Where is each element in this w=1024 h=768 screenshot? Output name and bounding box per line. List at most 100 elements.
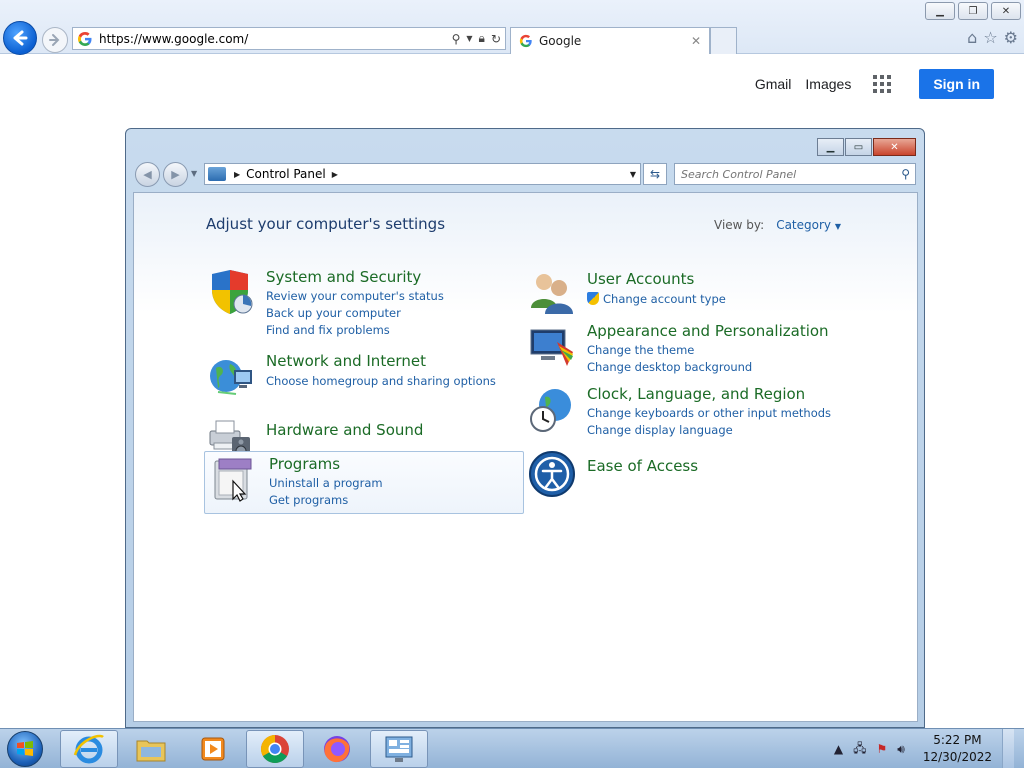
lock-icon[interactable]: 🔒︎ <box>479 31 485 46</box>
taskbar-firefox[interactable] <box>308 730 366 768</box>
link-change-theme[interactable]: Change the theme <box>587 342 829 359</box>
tab-title: Google <box>539 34 582 48</box>
page-title: Adjust your computer's settings <box>206 215 446 233</box>
category-appearance-and-personalization: Appearance and Personalization Change th… <box>527 322 829 376</box>
settings-gear-icon[interactable]: ⚙ <box>1004 28 1018 47</box>
system-clock[interactable]: 5:22 PM 12/30/2022 <box>923 732 992 766</box>
clock-time: 5:22 PM <box>933 733 982 747</box>
category-title[interactable]: System and Security <box>266 268 444 286</box>
back-arrow-icon <box>13 30 28 46</box>
apps-grid-icon[interactable] <box>873 75 892 93</box>
search-icon[interactable]: ⚲ <box>452 32 461 46</box>
category-network-and-internet: Network and Internet Choose homegroup an… <box>206 352 496 402</box>
cp-address-bar[interactable]: ▶ Control Panel ▶ ▼ <box>204 163 641 185</box>
cp-refresh-button[interactable]: ⇆ <box>643 163 667 185</box>
search-icon[interactable]: ⚲ <box>901 167 910 181</box>
breadcrumb-arrow-icon[interactable]: ▶ <box>332 170 338 179</box>
system-tray: ▲ 🖧︎ ⚑ 🔊︎ 5:22 PM 12/30/2022 <box>834 729 1024 768</box>
taskbar-chrome[interactable] <box>246 730 304 768</box>
cp-search-input[interactable] <box>681 167 902 181</box>
programs-icon <box>214 458 252 502</box>
start-button[interactable] <box>2 730 48 768</box>
google-header-links: Gmail Images Sign in <box>755 69 994 99</box>
taskbar-internet-explorer[interactable] <box>60 730 118 768</box>
close-button[interactable]: ✕ <box>991 2 1021 20</box>
images-link[interactable]: Images <box>805 76 851 92</box>
control-panel-window: ▁ ▭ ✕ ◀ ▶ ▼ ▶ Control Panel ▶ ▼ ⇆ ⚲ Adju… <box>125 128 925 728</box>
cp-window-controls: ▁ ▭ ✕ <box>817 138 916 156</box>
category-title[interactable]: Hardware and Sound <box>266 421 423 439</box>
forward-button[interactable] <box>42 27 68 53</box>
category-ease-of-access: Ease of Access <box>527 449 698 499</box>
dropdown-icon[interactable]: ▼ <box>466 34 472 43</box>
link-homegroup-sharing[interactable]: Choose homegroup and sharing options <box>266 373 496 390</box>
url-text: https://www.google.com/ <box>99 31 249 46</box>
address-dropdown-icon[interactable]: ▼ <box>630 170 636 179</box>
category-title[interactable]: Programs <box>269 455 383 473</box>
restore-button[interactable]: ❐ <box>958 2 988 20</box>
cp-content-area: Adjust your computer's settings View by:… <box>133 192 918 722</box>
address-bar[interactable]: https://www.google.com/ ⚲ ▼ 🔒︎ ↻ <box>72 27 506 50</box>
gmail-link[interactable]: Gmail <box>755 76 792 92</box>
folder-icon <box>136 740 166 762</box>
action-center-flag-icon[interactable]: ⚑ <box>877 742 888 756</box>
back-arrow-icon: ◀ <box>143 168 152 181</box>
sign-in-button[interactable]: Sign in <box>919 69 994 99</box>
cp-forward-button[interactable]: ▶ <box>163 162 188 187</box>
link-change-desktop-background[interactable]: Change desktop background <box>587 359 829 376</box>
link-change-account-type[interactable]: Change account type <box>587 291 726 308</box>
home-icon[interactable]: ⌂ <box>967 28 977 47</box>
favorites-star-icon[interactable]: ☆ <box>983 28 997 47</box>
show-hidden-icons-icon[interactable]: ▲ <box>834 742 843 756</box>
breadcrumb-arrow-icon[interactable]: ▶ <box>234 170 240 179</box>
taskbar-media-player[interactable] <box>184 730 242 768</box>
appearance-monitor-icon[interactable] <box>527 322 577 372</box>
cp-minimize-button[interactable]: ▁ <box>817 138 844 156</box>
cp-close-button[interactable]: ✕ <box>873 138 916 156</box>
link-review-status[interactable]: Review your computer's status <box>266 288 444 305</box>
category-title[interactable]: Network and Internet <box>266 352 496 370</box>
ease-of-access-icon[interactable] <box>527 449 577 499</box>
category-title[interactable]: Clock, Language, and Region <box>587 385 831 403</box>
google-favicon-icon <box>519 34 532 48</box>
shield-icon[interactable] <box>206 268 256 318</box>
show-desktop-button[interactable] <box>1002 729 1014 768</box>
network-globe-icon[interactable] <box>206 352 256 402</box>
category-programs[interactable]: Programs Uninstall a program Get program… <box>204 451 524 514</box>
chrome-icon <box>261 735 289 763</box>
breadcrumb-control-panel[interactable]: Control Panel <box>246 167 326 181</box>
browser-window-controls: ▁ ❐ ✕ <box>925 2 1021 20</box>
cp-search-box[interactable]: ⚲ <box>674 163 916 185</box>
link-uninstall-program[interactable]: Uninstall a program <box>269 475 383 492</box>
category-title[interactable]: User Accounts <box>587 270 726 288</box>
link-change-display-language[interactable]: Change display language <box>587 422 831 439</box>
link-get-programs[interactable]: Get programs <box>269 492 383 509</box>
uac-shield-icon <box>587 292 599 305</box>
user-accounts-icon[interactable] <box>527 268 577 318</box>
view-by: View by: Category ▼ <box>714 218 841 232</box>
back-button[interactable] <box>3 21 37 55</box>
category-system-and-security: System and Security Review your computer… <box>206 268 444 339</box>
cp-maximize-button[interactable]: ▭ <box>845 138 872 156</box>
volume-icon[interactable]: 🔊︎ <box>897 742 905 757</box>
clock-globe-icon[interactable] <box>527 385 577 435</box>
category-user-accounts: User Accounts Change account type <box>527 268 726 318</box>
link-back-up[interactable]: Back up your computer <box>266 305 444 322</box>
taskbar-file-explorer[interactable] <box>122 730 180 768</box>
link-find-fix-problems[interactable]: Find and fix problems <box>266 322 444 339</box>
cp-back-button[interactable]: ◀ <box>135 162 160 187</box>
tab-close-button[interactable]: ✕ <box>691 34 701 48</box>
refresh-icon[interactable]: ↻ <box>491 32 501 46</box>
browser-tab-google[interactable]: Google ✕ <box>510 27 710 54</box>
recent-pages-dropdown-icon[interactable]: ▼ <box>191 169 197 178</box>
category-title[interactable]: Appearance and Personalization <box>587 322 829 340</box>
view-by-dropdown[interactable]: Category ▼ <box>776 218 841 232</box>
firefox-icon <box>324 736 350 763</box>
network-icon[interactable]: 🖧︎ <box>853 739 866 760</box>
category-title[interactable]: Ease of Access <box>587 457 698 475</box>
minimize-button[interactable]: ▁ <box>925 2 955 20</box>
new-tab-button[interactable] <box>710 27 737 54</box>
taskbar-control-panel[interactable] <box>370 730 428 768</box>
control-panel-icon <box>208 167 226 181</box>
link-change-keyboards[interactable]: Change keyboards or other input methods <box>587 405 831 422</box>
